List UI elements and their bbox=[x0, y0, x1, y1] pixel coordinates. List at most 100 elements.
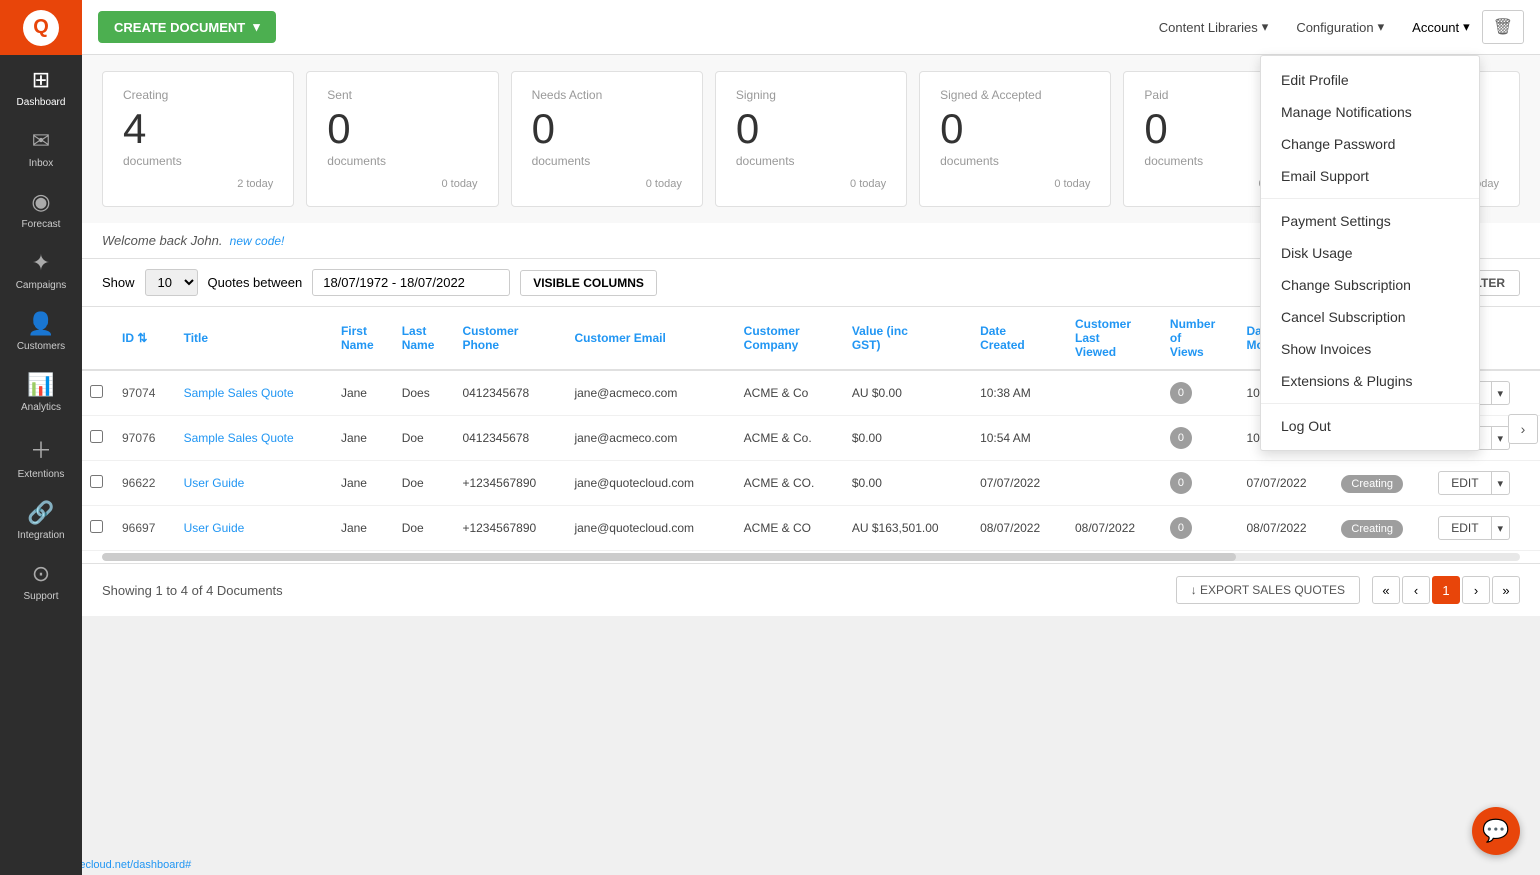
col-header-id[interactable]: ID ⇅ bbox=[114, 307, 176, 370]
sidebar-label-customers: Customers bbox=[17, 341, 65, 352]
sidebar-item-analytics[interactable]: 📊Analytics bbox=[0, 360, 82, 421]
sidebar-item-integration[interactable]: 🔗 Integration bbox=[0, 488, 82, 549]
row-date-created: 10:54 AM bbox=[972, 416, 1067, 461]
dropdown-item-edit-profile[interactable]: Edit Profile bbox=[1261, 64, 1479, 96]
sidebar-item-extentions[interactable]: ＋Extentions bbox=[0, 421, 82, 488]
row-title-link[interactable]: User Guide bbox=[184, 521, 245, 535]
sidebar-item-campaigns[interactable]: ✦Campaigns bbox=[0, 238, 82, 299]
page-first-button[interactable]: « bbox=[1372, 576, 1400, 604]
col-header-views[interactable]: NumberofViews bbox=[1162, 307, 1239, 370]
stat-today: 0 today bbox=[532, 178, 682, 190]
topbar: CREATE DOCUMENT ▾ Content Libraries ▾ Co… bbox=[82, 0, 1540, 55]
table-scroll-right[interactable]: › bbox=[1508, 414, 1538, 444]
stat-sublabel: documents bbox=[327, 154, 477, 168]
edit-dropdown-button[interactable]: ▾ bbox=[1492, 381, 1511, 405]
row-company: ACME & Co. bbox=[736, 416, 844, 461]
col-header-email[interactable]: Customer Email bbox=[566, 307, 735, 370]
sidebar-label-integration: Integration bbox=[17, 530, 64, 541]
sidebar-item-support[interactable]: ⊙Support bbox=[0, 549, 82, 610]
create-document-button[interactable]: CREATE DOCUMENT ▾ bbox=[98, 11, 276, 43]
row-status: Creating bbox=[1333, 461, 1430, 506]
show-select[interactable]: 10 25 50 bbox=[145, 269, 198, 296]
col-header-last-name[interactable]: LastName bbox=[394, 307, 455, 370]
logo[interactable]: Q bbox=[0, 0, 82, 55]
trash-button[interactable]: 🗑 bbox=[1482, 10, 1524, 44]
col-header-customer-last-viewed[interactable]: CustomerLastViewed bbox=[1067, 307, 1162, 370]
chat-button[interactable]: 💬 bbox=[1472, 807, 1520, 855]
row-title-link[interactable]: User Guide bbox=[184, 476, 245, 490]
row-title-link[interactable]: Sample Sales Quote bbox=[184, 386, 294, 400]
dropdown-item-show-invoices[interactable]: Show Invoices bbox=[1261, 333, 1479, 365]
new-code-link[interactable]: new code! bbox=[230, 234, 285, 248]
col-header-first-name[interactable]: FirstName bbox=[333, 307, 394, 370]
sidebar-item-inbox[interactable]: ✉Inbox bbox=[0, 116, 82, 177]
topbar-nav: Content Libraries ▾ Configuration ▾ Acco… bbox=[1147, 13, 1482, 41]
edit-dropdown-button[interactable]: ▾ bbox=[1492, 516, 1511, 540]
row-checkbox[interactable] bbox=[90, 520, 103, 533]
stat-card-signed-&-accepted[interactable]: Signed & Accepted 0 documents 0 today bbox=[919, 71, 1111, 207]
table-footer: Showing 1 to 4 of 4 Documents ↓ EXPORT S… bbox=[82, 563, 1540, 616]
row-actions: EDIT ▾ bbox=[1430, 461, 1540, 506]
page-last-button[interactable]: » bbox=[1492, 576, 1520, 604]
logo-icon: Q bbox=[23, 10, 59, 46]
dropdown-item-manage-notifications[interactable]: Manage Notifications bbox=[1261, 96, 1479, 128]
visible-columns-button[interactable]: VISIBLE COLUMNS bbox=[520, 270, 657, 296]
date-range-input[interactable] bbox=[312, 269, 510, 296]
stat-today: 0 today bbox=[327, 178, 477, 190]
row-title-link[interactable]: Sample Sales Quote bbox=[184, 431, 294, 445]
page-prev-button[interactable]: ‹ bbox=[1402, 576, 1430, 604]
edit-dropdown-button[interactable]: ▾ bbox=[1492, 471, 1511, 495]
export-button[interactable]: ↓ EXPORT SALES QUOTES bbox=[1176, 576, 1360, 604]
stat-card-sent[interactable]: Sent 0 documents 0 today bbox=[306, 71, 498, 207]
page-1-button[interactable]: 1 bbox=[1432, 576, 1460, 604]
dropdown-divider bbox=[1261, 403, 1479, 404]
stat-number: 0 bbox=[532, 108, 682, 150]
dropdown-item-change-subscription[interactable]: Change Subscription bbox=[1261, 269, 1479, 301]
row-id: 97076 bbox=[114, 416, 176, 461]
row-checkbox[interactable] bbox=[90, 475, 103, 488]
row-date-created: 08/07/2022 bbox=[972, 506, 1067, 551]
row-checkbox[interactable] bbox=[90, 430, 103, 443]
col-header-title[interactable]: Title bbox=[176, 307, 333, 370]
dropdown-item-disk-usage[interactable]: Disk Usage bbox=[1261, 237, 1479, 269]
stat-sublabel: documents bbox=[736, 154, 886, 168]
dropdown-item-change-password[interactable]: Change Password bbox=[1261, 128, 1479, 160]
stat-label: Needs Action bbox=[532, 88, 682, 102]
nav-configuration[interactable]: Configuration ▾ bbox=[1284, 13, 1396, 41]
row-phone: 0412345678 bbox=[454, 416, 566, 461]
sidebar-item-customers[interactable]: 👤 Customers bbox=[0, 299, 82, 360]
page-next-button[interactable]: › bbox=[1462, 576, 1490, 604]
dropdown-item-cancel-subscription[interactable]: Cancel Subscription bbox=[1261, 301, 1479, 333]
dropdown-item-payment-settings[interactable]: Payment Settings bbox=[1261, 205, 1479, 237]
row-id: 97074 bbox=[114, 370, 176, 416]
customers-icon: 👤 bbox=[27, 311, 54, 337]
stat-card-signing[interactable]: Signing 0 documents 0 today bbox=[715, 71, 907, 207]
sidebar-item-dashboard[interactable]: ⊞Dashboard bbox=[0, 55, 82, 116]
nav-content-libraries[interactable]: Content Libraries ▾ bbox=[1147, 13, 1281, 41]
select-all-header bbox=[82, 307, 114, 370]
edit-button[interactable]: EDIT bbox=[1438, 471, 1491, 495]
dropdown-item-email-support[interactable]: Email Support bbox=[1261, 160, 1479, 192]
stat-sublabel: documents bbox=[123, 154, 273, 168]
stat-card-needs-action[interactable]: Needs Action 0 documents 0 today bbox=[511, 71, 703, 207]
col-header-date-created[interactable]: DateCreated bbox=[972, 307, 1067, 370]
row-phone: +1234567890 bbox=[454, 506, 566, 551]
sidebar-item-forecast[interactable]: ◉Forecast bbox=[0, 177, 82, 238]
row-checkbox[interactable] bbox=[90, 385, 103, 398]
extentions-icon: ＋ bbox=[30, 433, 52, 465]
dropdown-item-log-out[interactable]: Log Out bbox=[1261, 410, 1479, 442]
dropdown-item-extensions-plugins[interactable]: Extensions & Plugins bbox=[1261, 365, 1479, 397]
stat-sublabel: documents bbox=[940, 154, 1090, 168]
col-header-company[interactable]: CustomerCompany bbox=[736, 307, 844, 370]
integration-icon: 🔗 bbox=[27, 500, 54, 526]
stat-card-creating[interactable]: Creating 4 documents 2 today bbox=[102, 71, 294, 207]
row-customer-last-viewed bbox=[1067, 461, 1162, 506]
nav-account[interactable]: Account ▾ bbox=[1400, 13, 1482, 41]
edit-button[interactable]: EDIT bbox=[1438, 516, 1491, 540]
stat-number: 0 bbox=[736, 108, 886, 150]
row-last-name: Doe bbox=[394, 461, 455, 506]
col-header-phone[interactable]: CustomerPhone bbox=[454, 307, 566, 370]
stat-number: 0 bbox=[940, 108, 1090, 150]
col-header-value[interactable]: Value (incGST) bbox=[844, 307, 972, 370]
show-label: Show bbox=[102, 275, 135, 290]
